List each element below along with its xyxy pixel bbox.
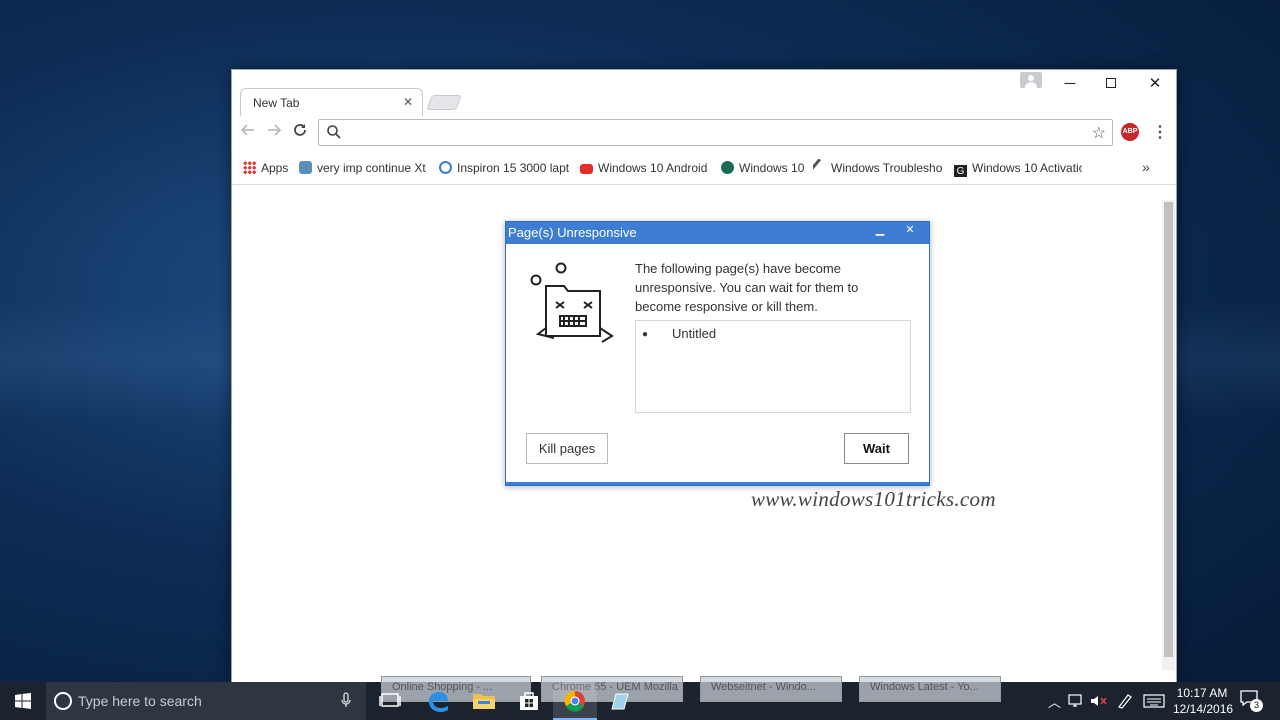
back-button[interactable] <box>237 122 259 144</box>
adblock-extension-icon[interactable]: ABP <box>1121 123 1139 141</box>
address-input[interactable] <box>349 124 1069 142</box>
apps-grid-icon <box>243 161 256 174</box>
microphone-icon <box>341 692 351 707</box>
wait-button[interactable]: Wait <box>844 433 909 464</box>
forward-button[interactable] <box>263 122 285 144</box>
taskbar-ghost-window-3: Webseitnet - Windo... <box>700 676 842 702</box>
window-minimize-button[interactable]: ─ <box>1048 72 1092 96</box>
window-maximize-button[interactable] <box>1089 72 1133 96</box>
bookmark-star-icon[interactable]: ☆ <box>1092 123 1106 143</box>
title-bar: New Tab ✕ ─ ✕ <box>232 70 1176 116</box>
dialog-message: The following page(s) have become unresp… <box>635 261 859 314</box>
notepad-icon <box>611 693 629 710</box>
box-icon <box>299 161 312 174</box>
kill-pages-button[interactable]: Kill pages <box>526 433 608 464</box>
start-button[interactable] <box>0 682 46 720</box>
bookmark-win10-android[interactable]: Windows 10 Android <box>580 159 708 177</box>
dialog-title-bar: Page(s) Unresponsive ▁ ✕ <box>506 222 929 244</box>
keyboard-icon <box>1143 694 1165 708</box>
bookmark-activation[interactable]: G Windows 10 Activatio <box>954 159 1082 177</box>
tab-new-tab[interactable]: New Tab ✕ <box>240 88 423 116</box>
hammer-icon <box>813 159 829 177</box>
dialog-minimize-button[interactable]: ▁ <box>867 222 893 240</box>
store-bag-icon <box>520 692 538 710</box>
toolbar: ☆ ABP ⋮ <box>232 116 1176 150</box>
window-close-button[interactable]: ✕ <box>1133 72 1177 96</box>
bookmark-very-imp[interactable]: very imp continue Xt <box>299 159 429 177</box>
unresponsive-dialog: Page(s) Unresponsive ▁ ✕ The following p… <box>505 221 930 486</box>
g-icon: G <box>954 165 967 177</box>
list-item[interactable]: ● Untitled <box>642 326 716 341</box>
clock-date: 12/14/2016 <box>1173 702 1234 716</box>
clock-time: 10:17 AM <box>1176 686 1228 700</box>
bookmarks-bar: Apps very imp continue Xt Inspiron 15 30… <box>232 153 1176 185</box>
task-view-button[interactable] <box>368 682 412 720</box>
address-bar[interactable]: ☆ <box>318 119 1113 146</box>
taskbar-search-box[interactable]: Type here to search <box>46 682 366 720</box>
watermark: www.windows101tricks.com <box>751 487 996 511</box>
task-view-icon <box>379 693 401 707</box>
cortana-icon <box>54 692 72 710</box>
action-center-button[interactable]: 3 <box>1240 690 1263 712</box>
taskbar: Online Shopping - ... Chrome 55 - UEM Mo… <box>0 676 1280 720</box>
unresponsive-pages-list: ● Untitled <box>635 320 911 413</box>
bookmark-troubleshoot[interactable]: Windows Troubleshoo <box>813 159 943 177</box>
tab-close-icon[interactable]: ✕ <box>403 95 413 109</box>
volume-muted-icon <box>1091 696 1107 706</box>
notification-badge: 3 <box>1250 699 1263 712</box>
bookmark-inspiron[interactable]: Inspiron 15 3000 lapt <box>439 159 569 177</box>
bookmark-apps[interactable]: Apps <box>243 159 298 177</box>
youtube-icon <box>580 164 593 174</box>
bookmark-windows-10[interactable]: Windows 10 <box>721 159 806 177</box>
reload-button[interactable] <box>289 122 311 144</box>
taskbar-app[interactable] <box>598 682 642 720</box>
search-icon <box>327 125 341 139</box>
new-tab-button[interactable] <box>426 95 462 110</box>
chrome-menu-button[interactable]: ⋮ <box>1150 122 1170 144</box>
reload-icon <box>294 124 306 136</box>
back-arrow-icon <box>240 124 254 136</box>
windows-circle-icon <box>721 161 734 174</box>
scrollbar[interactable] <box>1162 200 1175 670</box>
taskbar-chrome[interactable] <box>553 682 597 720</box>
folder-icon <box>473 694 495 709</box>
taskbar-clock[interactable]: 10:17 AM 12/14/2016 <box>1173 685 1234 717</box>
dell-icon <box>439 161 452 174</box>
search-placeholder: Type here to search <box>78 693 202 709</box>
dialog-title: Page(s) Unresponsive <box>508 225 637 240</box>
show-hidden-icons-button[interactable]: ︿ <box>1048 692 1061 711</box>
dialog-close-button[interactable]: ✕ <box>897 222 923 240</box>
windows-logo-icon <box>15 693 31 709</box>
dialog-bottom-border <box>506 482 929 485</box>
bookmarks-more-button[interactable]: » <box>1142 159 1150 175</box>
sad-folder-icon <box>530 262 614 343</box>
edge-icon <box>429 692 448 712</box>
taskbar-ghost-window-4: Windows Latest - Yo... <box>859 676 1001 702</box>
taskbar-store[interactable] <box>507 682 551 720</box>
pen-icon <box>1118 694 1132 709</box>
network-icon <box>1068 694 1082 707</box>
chrome-icon <box>564 690 585 712</box>
tab-title: New Tab <box>253 96 300 110</box>
taskbar-file-explorer[interactable] <box>462 682 506 720</box>
scrollbar-thumb[interactable] <box>1164 202 1173 657</box>
bullet-icon: ● <box>642 329 649 340</box>
maximize-icon <box>1106 78 1116 88</box>
taskbar-edge[interactable] <box>416 682 460 720</box>
profile-icon[interactable] <box>1020 72 1042 88</box>
forward-arrow-icon <box>268 124 282 136</box>
